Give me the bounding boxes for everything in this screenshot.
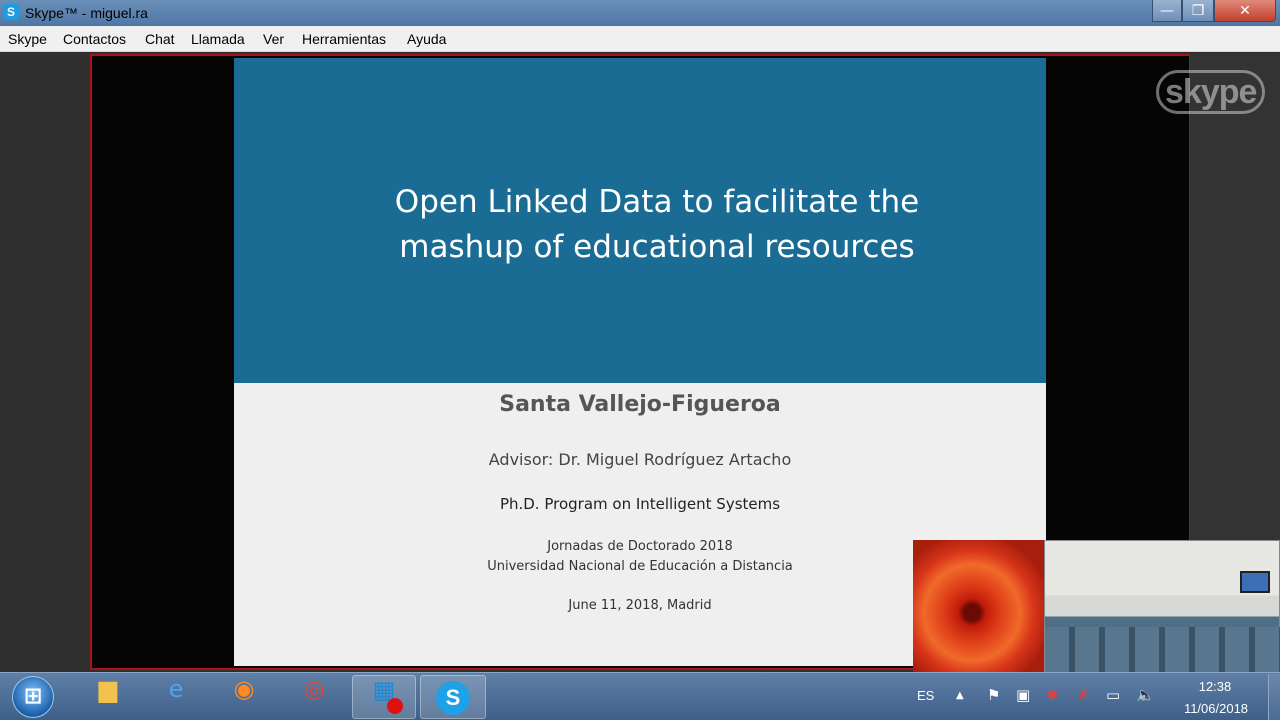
- notification-badge: [387, 698, 403, 714]
- folder-icon[interactable]: ▆: [76, 675, 140, 719]
- slide-program: Ph.D. Program on Intelligent Systems: [499, 495, 781, 513]
- volume-icon[interactable]: 🔈: [1136, 686, 1155, 704]
- menu-herramientas[interactable]: Herramientas: [302, 31, 386, 47]
- menu-ver[interactable]: Ver: [263, 31, 284, 47]
- display-icon[interactable]: ▭: [1106, 686, 1120, 704]
- start-button[interactable]: ⊞: [12, 676, 54, 718]
- slide-title-line-1: Open Linked Data to facilitate the: [394, 184, 920, 220]
- skype-icon: S: [436, 681, 470, 715]
- ie-icon[interactable]: e: [144, 675, 208, 719]
- slide-advisor: Advisor: Dr. Miguel Rodríguez Artacho: [488, 450, 792, 469]
- menu-llamada[interactable]: Llamada: [191, 31, 245, 47]
- menu-bar: Skype Contactos Chat Llamada Ver Herrami…: [0, 26, 1280, 52]
- menu-ayuda[interactable]: Ayuda: [407, 31, 446, 47]
- clock-time[interactable]: 12:38: [1180, 679, 1250, 694]
- security-icon[interactable]: ✗: [1077, 686, 1090, 704]
- window-title-bar: S Skype™ - miguel.ra — ❐ ✕: [0, 0, 1280, 26]
- slide-title-line-2: mashup of educational resources: [399, 229, 915, 265]
- room-screen: [1240, 571, 1270, 593]
- network-icon[interactable]: ▣: [1016, 686, 1030, 704]
- show-hidden-icons-icon[interactable]: ▲: [956, 690, 964, 701]
- window-title: Skype™ - miguel.ra: [25, 5, 148, 21]
- menu-skype[interactable]: Skype: [8, 31, 47, 47]
- self-video-preview[interactable]: [913, 540, 1044, 672]
- tiles-icon[interactable]: ▦: [352, 675, 416, 719]
- skype-app-icon: S: [3, 4, 19, 20]
- close-button[interactable]: ✕: [1214, 0, 1276, 22]
- slide-header: Open Linked Data to facilitate the mashu…: [234, 58, 1046, 383]
- action-center-flag-icon[interactable]: ⚑: [987, 686, 1000, 704]
- firefox-icon[interactable]: ◉: [212, 675, 276, 719]
- menu-contactos[interactable]: Contactos: [63, 31, 126, 47]
- chrome-icon[interactable]: ◎: [282, 675, 346, 719]
- room-seats: [1045, 627, 1280, 673]
- language-indicator[interactable]: ES: [917, 688, 934, 703]
- maximize-button[interactable]: ❐: [1182, 0, 1214, 22]
- skype-logo-watermark: skype: [1156, 70, 1266, 116]
- minimize-button[interactable]: —: [1152, 0, 1182, 22]
- slide-title: Open Linked Data to facilitate the mashu…: [234, 180, 1080, 270]
- slide-author: Santa Vallejo-Figueroa: [499, 392, 781, 417]
- tools-icon[interactable]: ✱: [1046, 686, 1059, 704]
- menu-chat[interactable]: Chat: [145, 31, 175, 47]
- remote-room-video[interactable]: [1044, 540, 1280, 673]
- show-desktop-button[interactable]: [1268, 674, 1280, 720]
- clock-date[interactable]: 11/06/2018: [1176, 701, 1256, 716]
- skype-taskbar-button[interactable]: S: [420, 675, 486, 719]
- skype-logo-text: skype: [1156, 70, 1266, 114]
